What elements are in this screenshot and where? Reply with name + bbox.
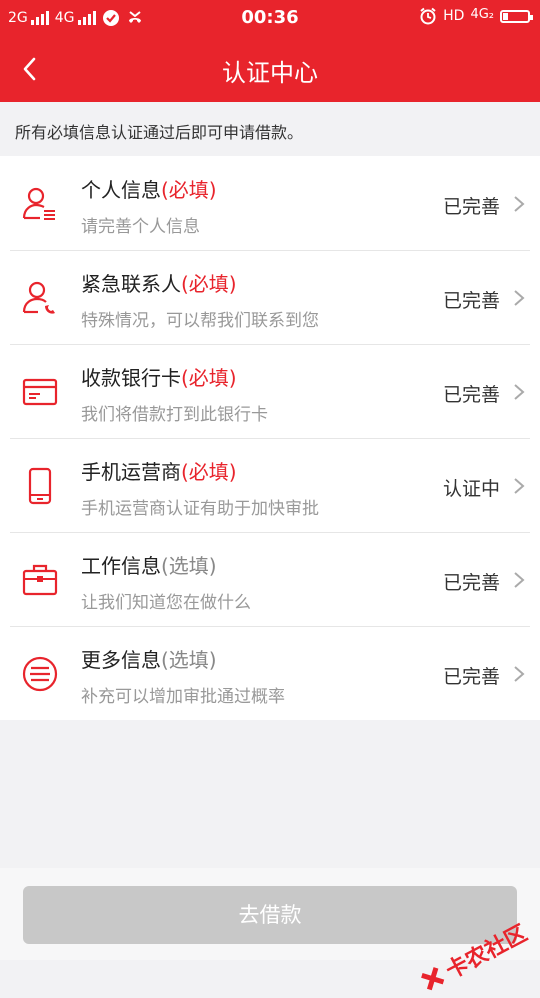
network-4g: 4G bbox=[55, 10, 96, 26]
item-title: 紧急联系人(必填) bbox=[81, 268, 237, 297]
chevron-right-icon bbox=[514, 478, 525, 494]
optional-tag: (选填) bbox=[161, 554, 217, 578]
item-status: 已完善 bbox=[442, 290, 500, 312]
item-subtitle: 我们将借款打到此银行卡 bbox=[81, 405, 268, 425]
item-status: 已完善 bbox=[442, 384, 500, 406]
status-bar-right: HD 4G₂ bbox=[419, 6, 533, 25]
alarm-clock-icon bbox=[420, 7, 436, 25]
status-bar-left: 2G 4G bbox=[8, 8, 144, 28]
required-tag: (必填) bbox=[161, 178, 217, 202]
item-status: 已完善 bbox=[442, 666, 500, 688]
item-subtitle: 让我们知道您在做什么 bbox=[81, 593, 251, 613]
apply-loan-button[interactable]: 去借款 bbox=[23, 886, 517, 944]
item-title: 更多信息(选填) bbox=[81, 644, 217, 673]
item-title-text: 更多信息 bbox=[81, 648, 161, 672]
missed-call-icon bbox=[128, 11, 141, 23]
app-header: 认证中心 bbox=[0, 36, 540, 102]
item-status: 已完善 bbox=[442, 572, 500, 594]
chevron-right-icon bbox=[514, 384, 525, 400]
more-info-icon bbox=[22, 656, 58, 692]
network-4g-label: 4G bbox=[54, 10, 75, 26]
check-circle-icon bbox=[102, 10, 119, 26]
required-tag: (必填) bbox=[181, 460, 237, 484]
list-item-emergency-contact[interactable]: 紧急联系人(必填) 特殊情况，可以帮我们联系到您 已完善 bbox=[0, 250, 540, 344]
list-item-bank-card[interactable]: 收款银行卡(必填) 我们将借款打到此银行卡 已完善 bbox=[0, 344, 540, 438]
verification-list: 个人信息(必填) 请完善个人信息 已完善 紧急联系人(必填) 特殊情况，可以帮我… bbox=[0, 156, 540, 720]
item-subtitle: 补充可以增加审批通过概率 bbox=[81, 687, 285, 707]
item-title: 收款银行卡(必填) bbox=[81, 362, 237, 391]
status-bar: 2G 4G 00:36 HD 4G₂ bbox=[0, 0, 540, 36]
network-4g2-label: 4G₂ bbox=[470, 6, 494, 22]
item-title-text: 手机运营商 bbox=[81, 460, 181, 484]
item-title: 手机运营商(必填) bbox=[81, 456, 237, 485]
battery-level bbox=[503, 12, 509, 20]
network-2g: 2G bbox=[8, 10, 49, 26]
item-status: 认证中 bbox=[442, 478, 500, 500]
item-subtitle: 特殊情况，可以帮我们联系到您 bbox=[81, 311, 319, 331]
item-title: 工作信息(选填) bbox=[81, 550, 217, 579]
signal-bars-icon bbox=[77, 11, 96, 25]
required-tag: (必填) bbox=[181, 272, 237, 296]
required-tag: (必填) bbox=[181, 366, 237, 390]
chevron-right-icon bbox=[514, 666, 525, 682]
page-title: 认证中心 bbox=[222, 59, 318, 87]
item-status: 已完善 bbox=[442, 196, 500, 218]
bank-card-icon bbox=[22, 378, 58, 406]
notice-text: 所有必填信息认证通过后即可申请借款。 bbox=[0, 102, 540, 156]
item-title-text: 收款银行卡 bbox=[81, 366, 181, 390]
optional-tag: (选填) bbox=[161, 648, 217, 672]
person-info-icon bbox=[22, 187, 55, 220]
contact-phone-icon bbox=[22, 281, 55, 314]
briefcase-icon bbox=[22, 564, 58, 596]
list-item-more-info[interactable]: 更多信息(选填) 补充可以增加审批通过概率 已完善 bbox=[0, 626, 540, 720]
item-subtitle: 手机运营商认证有助于加快审批 bbox=[81, 499, 319, 519]
item-title-text: 个人信息 bbox=[81, 178, 161, 202]
hd-label: HD bbox=[443, 8, 465, 24]
signal-bars-icon bbox=[30, 11, 49, 25]
item-subtitle: 请完善个人信息 bbox=[81, 217, 200, 237]
network-2g-label: 2G bbox=[8, 10, 28, 26]
list-item-personal-info[interactable]: 个人信息(必填) 请完善个人信息 已完善 bbox=[0, 156, 540, 250]
item-title-text: 紧急联系人 bbox=[81, 272, 181, 296]
chevron-right-icon bbox=[514, 572, 525, 588]
item-title: 个人信息(必填) bbox=[81, 174, 217, 203]
battery-icon bbox=[500, 9, 533, 23]
mobile-phone-icon bbox=[28, 467, 52, 505]
item-title-text: 工作信息 bbox=[81, 554, 161, 578]
list-item-mobile-carrier[interactable]: 手机运营商(必填) 手机运营商认证有助于加快审批 认证中 bbox=[0, 438, 540, 532]
chevron-right-icon bbox=[514, 290, 525, 306]
chevron-right-icon bbox=[514, 196, 525, 212]
list-item-work-info[interactable]: 工作信息(选填) 让我们知道您在做什么 已完善 bbox=[0, 532, 540, 626]
